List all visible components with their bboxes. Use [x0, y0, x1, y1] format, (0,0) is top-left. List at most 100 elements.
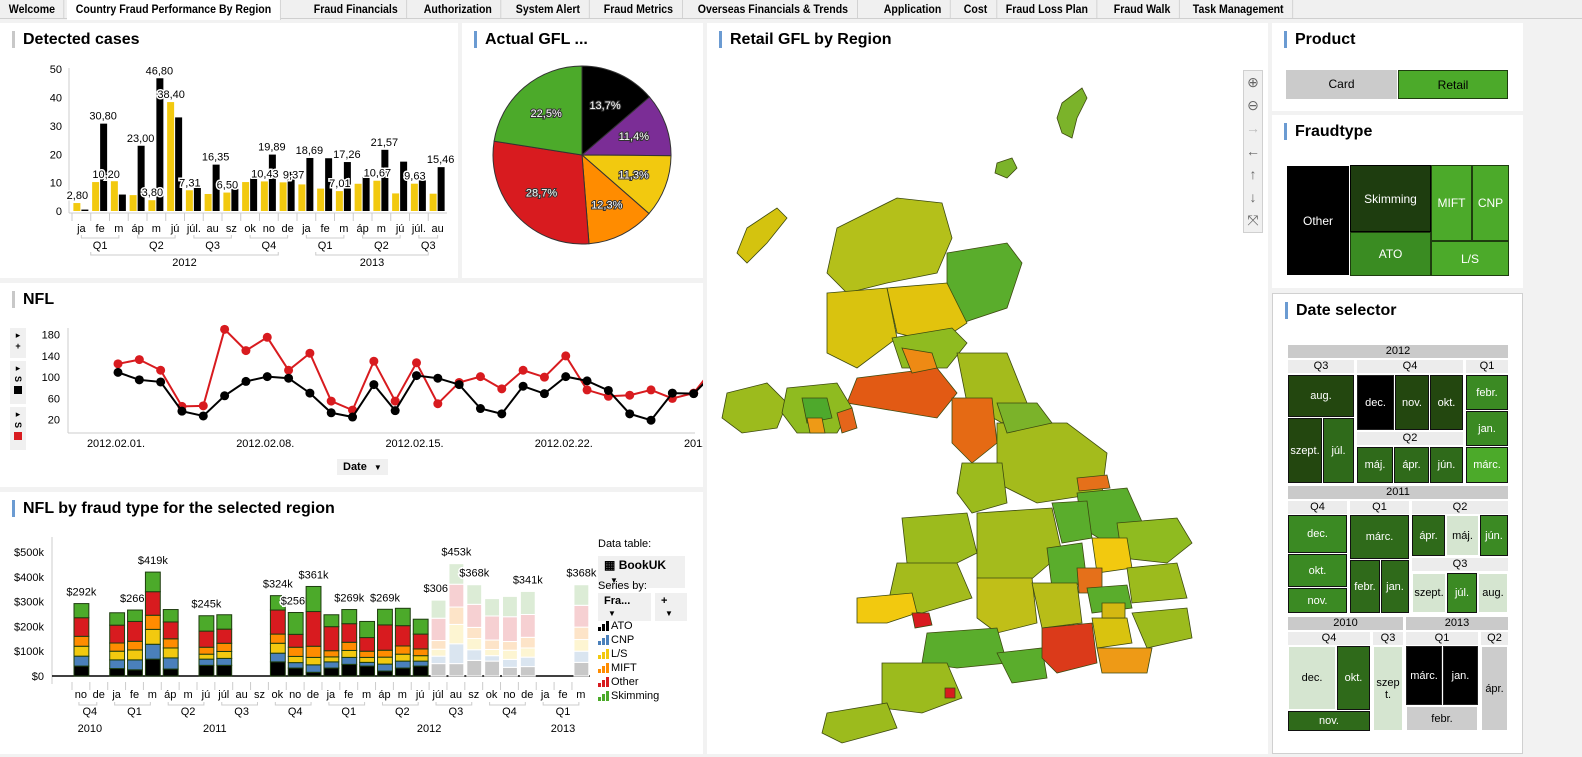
month-szept-2011[interactable]: szept.	[1412, 573, 1446, 613]
bar-total-label: $292k	[66, 587, 96, 599]
month-dec-2012[interactable]: dec.	[1357, 375, 1394, 430]
legend-item-mift[interactable]: MIFT	[598, 661, 659, 675]
tab-overseas-financials-trends[interactable]: Overseas Financials & Trends	[689, 0, 858, 19]
tab-country-fraud-performance-by-region[interactable]: Country Fraud Performance By Region	[67, 0, 282, 20]
month-nov-2010[interactable]: nov.	[1288, 711, 1370, 731]
y-tick-label: $400k	[14, 572, 44, 584]
month-okt-2010[interactable]: okt.	[1337, 646, 1370, 710]
month-dec-2011[interactable]: dec.	[1288, 515, 1347, 553]
tab-fraud-metrics[interactable]: Fraud Metrics	[595, 0, 683, 19]
tab-task-management[interactable]: Task Management	[1184, 0, 1294, 19]
zoom-in-icon[interactable]: ⊕	[1244, 71, 1262, 94]
stack-segment-mift	[466, 626, 483, 640]
x-tick-label: au	[450, 689, 462, 701]
tab-fraud-walk[interactable]: Fraud Walk	[1105, 0, 1180, 19]
month-nov-2012[interactable]: nov.	[1395, 375, 1429, 430]
tab-cost[interactable]: Cost	[955, 0, 997, 19]
product-retail-button[interactable]: Retail	[1398, 70, 1508, 99]
month-okt-2011[interactable]: okt.	[1288, 554, 1347, 587]
stack-segment-skimming	[73, 603, 90, 619]
fraudtype-ls[interactable]: L/S	[1431, 241, 1509, 276]
month-apr-2013[interactable]: ápr.	[1481, 646, 1508, 731]
series-by-dropdown[interactable]: Fra... ▼	[598, 593, 651, 621]
month-apr-2011[interactable]: ápr.	[1412, 515, 1445, 556]
x-tick-label: ok	[244, 223, 256, 235]
stack-segment-mift	[430, 640, 447, 650]
quarter-label: Q1	[341, 706, 356, 718]
fraudtype-mift[interactable]: MIFT	[1431, 165, 1472, 241]
data-label: 10,67	[364, 168, 392, 180]
pan-right-icon[interactable]: →	[1244, 117, 1262, 140]
tab-fraud-financials[interactable]: Fraud Financials	[305, 0, 407, 19]
stack-segment-ato	[359, 665, 376, 677]
month-marc-2013[interactable]: márc.	[1406, 646, 1442, 705]
x-tick-label: ok	[486, 689, 498, 701]
stack-segment-other	[412, 633, 429, 650]
stack-segment-mift	[377, 649, 393, 658]
month-okt-2012[interactable]: okt.	[1430, 375, 1463, 430]
fraudtype-other[interactable]: Other	[1286, 165, 1350, 276]
month-jun-2012[interactable]: jún.	[1430, 447, 1463, 483]
month-jul-2011[interactable]: júl.	[1447, 573, 1477, 613]
month-febr-2013[interactable]: febr.	[1406, 706, 1478, 731]
legend-item-ato[interactable]: ATO	[598, 619, 659, 633]
month-maj-2012[interactable]: máj.	[1357, 447, 1393, 483]
month-jan-2011[interactable]: jan.	[1381, 560, 1409, 613]
stack-segment-ls	[216, 650, 233, 659]
data-label: 23,00	[127, 133, 155, 145]
bar-yellow	[335, 191, 343, 211]
pan-left-icon[interactable]: ←	[1244, 140, 1262, 163]
tab-system-alert[interactable]: System Alert	[507, 0, 590, 19]
month-febr-2011[interactable]: febr.	[1350, 560, 1380, 613]
legend-item-cnp[interactable]: CNP	[598, 633, 659, 647]
month-marc-2011[interactable]: márc.	[1350, 515, 1409, 559]
uk-region-map[interactable]	[707, 23, 1268, 754]
fit-to-view-icon[interactable]: ⤧	[1244, 209, 1262, 232]
pan-down-icon[interactable]: ↓	[1244, 186, 1262, 209]
legend-item-skimming[interactable]: Skimming	[598, 689, 659, 703]
map-region-gloucester	[976, 577, 1038, 634]
pan-up-icon[interactable]: ↑	[1244, 163, 1262, 186]
month-aug-2012[interactable]: aug.	[1288, 375, 1354, 417]
legend-item-ls[interactable]: L/S	[598, 647, 659, 661]
month-jan-2013[interactable]: jan.	[1443, 646, 1478, 705]
add-series-dropdown[interactable]: + ▼	[655, 593, 687, 621]
tab-welcome[interactable]: Welcome	[0, 0, 65, 19]
zoom-out-icon[interactable]: ⊖	[1244, 94, 1262, 117]
y-tick-label: $300k	[14, 597, 44, 609]
month-jan-2012[interactable]: jan.	[1466, 411, 1508, 446]
tab-fraud-loss-plan[interactable]: Fraud Loss Plan	[997, 0, 1098, 19]
date-axis-dropdown[interactable]: Date ▼	[337, 459, 388, 475]
month-szept-2010[interactable]: szep t.	[1373, 646, 1403, 731]
stack-segment-mift	[448, 606, 465, 625]
x-tick-label: au	[432, 223, 444, 235]
month-szept-2012[interactable]: szept.	[1288, 418, 1322, 483]
stack-segment-ato	[484, 660, 501, 677]
fraudtype-cnp[interactable]: CNP	[1472, 165, 1509, 241]
x-tick-label: m	[183, 689, 192, 701]
bar-yellow	[298, 184, 306, 211]
tab-authorization[interactable]: Authorization	[415, 0, 502, 19]
stack-segment-cnp	[127, 659, 143, 671]
month-apr-2012[interactable]: ápr.	[1394, 447, 1429, 483]
stack-segment-mift	[305, 645, 322, 658]
month-aug-2011[interactable]: aug.	[1478, 573, 1508, 613]
bar-black	[81, 209, 89, 211]
month-jul-2012[interactable]: júl.	[1323, 418, 1354, 483]
fraudtype-skimming[interactable]: Skimming	[1350, 165, 1431, 232]
nfl-point-red	[284, 365, 294, 375]
month-febr-2012[interactable]: febr.	[1466, 375, 1508, 410]
product-card-button[interactable]: Card	[1286, 70, 1397, 99]
x-tick-label: m	[114, 223, 123, 235]
tab-application[interactable]: Application	[875, 0, 951, 19]
fraudtype-ato[interactable]: ATO	[1350, 232, 1431, 276]
stack-segment-ls	[448, 623, 465, 645]
month-nov-2011[interactable]: nov.	[1288, 588, 1347, 613]
quarter-bracket	[167, 702, 205, 706]
month-jun-2011[interactable]: jún.	[1480, 515, 1508, 556]
month-marc-2012[interactable]: márc.	[1466, 447, 1508, 483]
stack-segment-ato	[519, 666, 536, 677]
month-dec-2010[interactable]: dec.	[1288, 646, 1336, 710]
legend-item-other[interactable]: Other	[598, 675, 659, 689]
month-maj-2011[interactable]: máj.	[1446, 515, 1479, 556]
